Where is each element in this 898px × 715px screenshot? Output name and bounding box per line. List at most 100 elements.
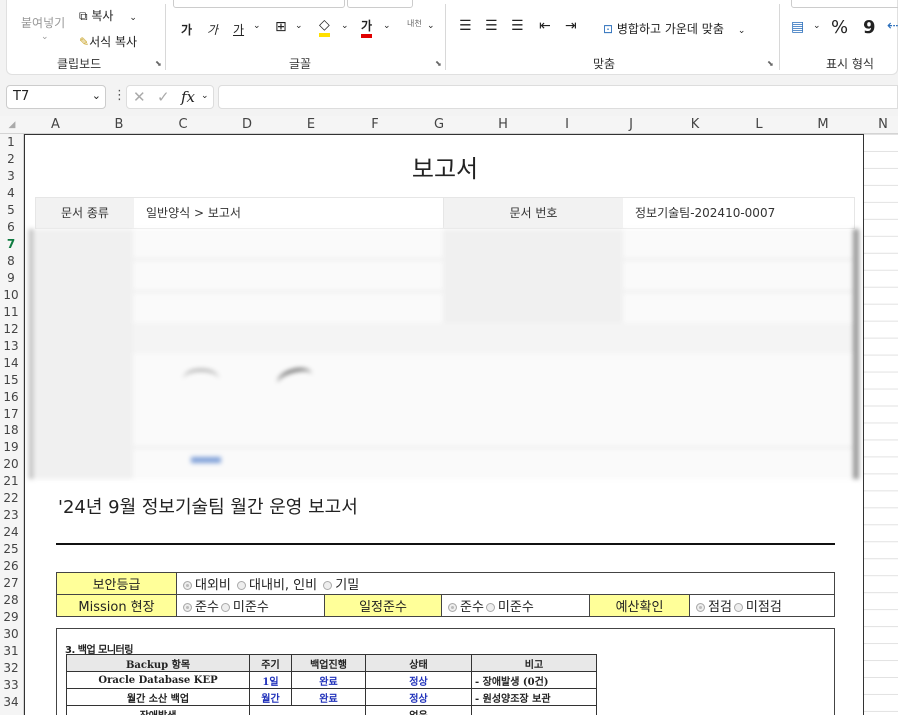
grid-area[interactable] [864,134,898,715]
row-number[interactable]: 23 [0,508,22,522]
row-number[interactable]: 7 [0,237,22,251]
clipboard-launcher-icon[interactable]: ⬊ [155,59,162,68]
radio-icon[interactable] [183,581,192,590]
row-number[interactable]: 24 [0,525,22,539]
col-header[interactable]: K [663,117,727,132]
name-box-chevron-icon[interactable]: ⌄ [92,89,101,102]
border-icon[interactable]: ⊞ [275,19,287,35]
row-number[interactable]: 31 [0,644,22,658]
row-number[interactable]: 6 [0,220,22,234]
col-header[interactable]: F [343,117,407,132]
mission-option-noncomply[interactable]: 미준수 [233,600,269,615]
radio-icon[interactable] [237,581,247,590]
radio-icon[interactable] [696,603,705,612]
row-number[interactable]: 28 [0,593,22,607]
name-box[interactable]: T7 ⌄ [6,85,106,109]
row-number[interactable]: 15 [0,373,22,387]
fill-chevron-icon[interactable]: ⌄ [341,21,349,31]
fill-color-icon[interactable]: ◇ [319,17,330,37]
formula-input[interactable] [218,85,898,109]
row-number[interactable]: 19 [0,440,22,454]
phonetic-button[interactable]: 내천 [407,18,422,29]
row-number[interactable]: 22 [0,491,22,505]
decrease-indent-icon[interactable]: ⇤ [539,18,551,34]
row-number[interactable]: 2 [0,152,22,166]
select-all-icon[interactable]: ◢ [0,120,24,130]
paste-chevron-icon[interactable]: ⌄ [41,32,49,42]
number-format-box[interactable] [791,0,898,8]
col-header[interactable]: E [279,117,343,132]
increase-indent-icon[interactable]: ⇥ [565,18,577,34]
col-header[interactable]: M [791,117,855,132]
border-chevron-icon[interactable]: ⌄ [295,21,303,31]
phonetic-chevron-icon[interactable]: ⌄ [427,21,435,31]
col-header[interactable]: J [599,117,663,132]
enter-icon[interactable]: ✓ [157,88,170,106]
row-number[interactable]: 9 [0,271,22,285]
row-number[interactable]: 27 [0,576,22,590]
font-launcher-icon[interactable]: ⬊ [435,59,442,68]
underline-chevron-icon[interactable]: ⌄ [253,21,261,31]
schedule-option-comply[interactable]: 준수 [460,600,484,615]
comma-button[interactable]: 9 [863,17,876,38]
row-number[interactable]: 29 [0,610,22,624]
budget-option-checked[interactable]: 점검 [708,600,732,615]
percent-button[interactable]: % [831,17,848,38]
copy-button[interactable]: ⧉ 복사 ⌄ [79,7,137,24]
paste-button[interactable]: 붙여넣기 [21,14,65,31]
align-center-icon[interactable]: ☰ [485,18,498,34]
more-icon[interactable]: ⋮ [113,88,126,103]
merge-chevron-icon[interactable]: ⌄ [738,26,746,36]
bold-button[interactable]: 가 [181,21,192,38]
row-number[interactable]: 3 [0,169,22,183]
col-header[interactable]: C [151,117,215,132]
row-number[interactable]: 17 [0,407,22,421]
italic-button[interactable]: 가 [207,21,218,38]
row-number[interactable]: 33 [0,678,22,692]
col-header[interactable]: L [727,117,791,132]
align-right-icon[interactable]: ☰ [511,18,524,34]
row-number[interactable]: 30 [0,627,22,641]
row-number[interactable]: 4 [0,186,22,200]
radio-icon[interactable] [183,603,192,612]
radio-icon[interactable] [220,603,230,612]
row-number[interactable]: 34 [0,695,22,709]
mission-option-comply[interactable]: 준수 [195,600,219,615]
copy-chevron-icon[interactable]: ⌄ [129,13,137,23]
col-header[interactable]: I [535,117,599,132]
row-number[interactable]: 32 [0,661,22,675]
currency-icon[interactable]: ▤ [791,19,804,35]
format-painter-button[interactable]: ✎서식 복사 [79,33,137,50]
align-left-icon[interactable]: ☰ [459,18,472,34]
row-number[interactable]: 16 [0,390,22,404]
radio-icon[interactable] [323,581,333,590]
font-name-box[interactable] [173,0,345,8]
row-number[interactable]: 5 [0,203,22,217]
underline-button[interactable]: 가 [233,21,244,38]
col-header[interactable]: H [471,117,535,132]
font-size-box[interactable] [347,0,413,8]
radio-icon[interactable] [485,603,495,612]
row-number[interactable]: 8 [0,254,22,268]
col-header[interactable]: N [868,117,898,132]
merge-center-button[interactable]: ⊡ 병합하고 가운데 맞춤 ⌄ [603,20,745,37]
security-option-secret[interactable]: 기밀 [335,578,359,593]
col-header[interactable]: G [407,117,471,132]
row-number[interactable]: 13 [0,339,22,353]
row-number[interactable]: 14 [0,356,22,370]
col-header[interactable]: B [87,117,151,132]
row-number[interactable]: 18 [0,423,22,437]
schedule-option-noncomply[interactable]: 미준수 [498,600,534,615]
row-number[interactable]: 21 [0,474,22,488]
radio-icon[interactable] [448,603,457,612]
cancel-icon[interactable]: ✕ [133,88,146,106]
row-number[interactable]: 10 [0,288,22,302]
row-number[interactable]: 1 [0,135,22,149]
budget-option-unchecked[interactable]: 미점검 [746,600,782,615]
row-number[interactable]: 11 [0,305,22,319]
currency-chevron-icon[interactable]: ⌄ [813,21,821,31]
fx-chevron-icon[interactable]: ⌄ [201,91,209,101]
row-number[interactable]: 26 [0,559,22,573]
insert-function-button[interactable]: fx [181,88,195,106]
decimal-icon[interactable]: ⇠ [887,18,898,34]
